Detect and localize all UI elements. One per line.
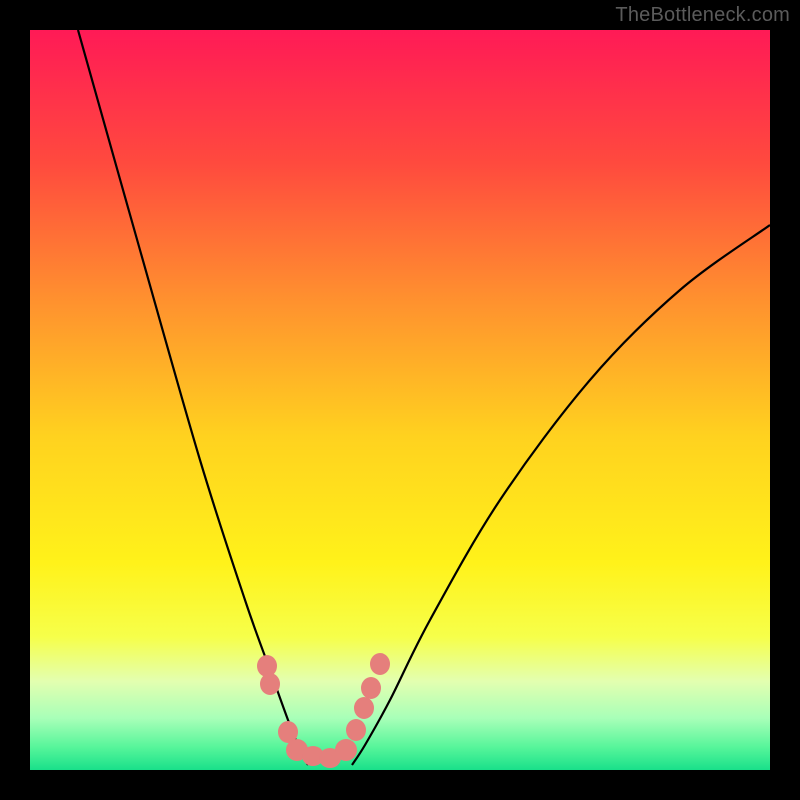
marker-point: [260, 673, 280, 695]
watermark-text: TheBottleneck.com: [615, 4, 790, 27]
marker-point: [346, 719, 366, 741]
curve-layer: [30, 30, 770, 770]
marker-point: [335, 739, 357, 761]
marker-point: [370, 653, 390, 675]
bottom-markers: [257, 653, 390, 768]
marker-point: [361, 677, 381, 699]
chart-frame: TheBottleneck.com: [0, 0, 800, 800]
curve-left: [78, 30, 308, 765]
curve-right: [352, 225, 770, 765]
marker-point: [354, 697, 374, 719]
plot-area: [30, 30, 770, 770]
